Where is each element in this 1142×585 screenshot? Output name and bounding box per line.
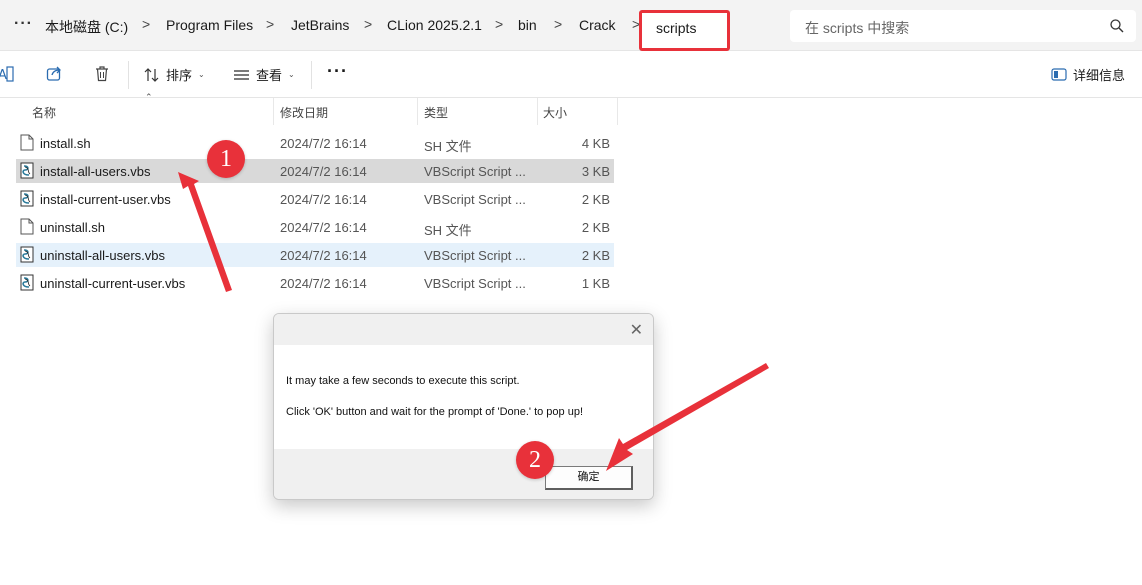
file-type: SH 文件	[424, 223, 472, 238]
file-name: install-all-users.vbs	[40, 164, 151, 179]
message-dialog: ✕ It may take a few seconds to execute t…	[273, 313, 654, 500]
dialog-message-line2: Click 'OK' button and wait for the promp…	[286, 406, 584, 418]
search-placeholder: 在 scripts 中搜索	[805, 20, 910, 36]
sort-icon	[144, 67, 159, 82]
dialog-body: It may take a few seconds to execute thi…	[274, 345, 653, 449]
svg-text:A: A	[0, 68, 7, 83]
chevron-down-icon: ⌄	[288, 70, 295, 79]
breadcrumb-separator[interactable]: >	[554, 16, 562, 32]
ok-button[interactable]: 确定	[545, 466, 633, 490]
search-icon[interactable]	[1109, 18, 1125, 34]
column-header-name[interactable]: 名称	[32, 104, 56, 121]
vbs-script-icon	[20, 190, 34, 207]
details-pane-label: 详细信息	[1073, 68, 1126, 83]
breadcrumb-separator[interactable]: >	[266, 16, 274, 32]
file-name: install-current-user.vbs	[40, 192, 171, 207]
file-date: 2024/7/2 16:14	[280, 164, 367, 179]
vbs-script-icon	[20, 162, 34, 179]
file-size: 3 KB	[581, 164, 610, 179]
command-bar: A 排序 ⌄ 查看 ⌄ ··· 详细信息	[0, 51, 1142, 98]
file-name: uninstall-current-user.vbs	[40, 276, 186, 291]
column-divider[interactable]	[617, 98, 618, 125]
trash-icon	[96, 66, 108, 82]
breadcrumb-item-drive[interactable]: 本地磁盘 (C:)	[45, 17, 128, 37]
view-label: 查看	[256, 68, 283, 83]
vbs-script-icon	[20, 274, 34, 291]
share-button[interactable]	[46, 65, 63, 82]
chevron-down-icon: ⌄	[198, 70, 205, 79]
breadcrumb-current-folder[interactable]: scripts	[639, 10, 730, 51]
column-header-size[interactable]: 大小	[543, 104, 567, 121]
file-date: 2024/7/2 16:14	[280, 276, 367, 291]
dialog-footer: 确定	[274, 449, 653, 499]
file-type: VBScript Script ...	[424, 248, 526, 263]
view-button[interactable]: 查看 ⌄	[233, 65, 295, 84]
breadcrumb-item-clion[interactable]: CLion 2025.2.1	[387, 17, 482, 33]
file-size: 2 KB	[581, 192, 610, 207]
column-divider[interactable]	[417, 98, 418, 125]
rename-button[interactable]: A	[0, 65, 14, 83]
file-date: 2024/7/2 16:14	[280, 192, 367, 207]
column-divider[interactable]	[273, 98, 274, 125]
details-pane-icon	[1051, 68, 1067, 81]
column-header-type[interactable]: 类型	[424, 104, 448, 121]
details-pane-button[interactable]: 详细信息	[1051, 65, 1125, 84]
vbs-script-icon	[20, 246, 34, 263]
current-folder-label: scripts	[656, 20, 697, 36]
file-name: install.sh	[40, 136, 91, 151]
file-row[interactable]: install-current-user.vbs 2024/7/2 16:14 …	[16, 187, 614, 211]
file-date: 2024/7/2 16:14	[280, 136, 367, 151]
file-size: 4 KB	[581, 136, 610, 151]
breadcrumb-item-jetbrains[interactable]: JetBrains	[291, 17, 349, 33]
file-type: VBScript Script ...	[424, 276, 526, 291]
address-bar: ··· 本地磁盘 (C:) > Program Files > JetBrain…	[0, 0, 1142, 51]
dialog-message-line1: It may take a few seconds to execute thi…	[286, 375, 520, 387]
close-icon[interactable]: ✕	[630, 320, 643, 340]
breadcrumb-item-bin[interactable]: bin	[518, 17, 537, 33]
file-type: VBScript Script ...	[424, 192, 526, 207]
delete-button[interactable]	[94, 65, 110, 82]
breadcrumb-separator[interactable]: >	[495, 16, 503, 32]
breadcrumb-item-crack[interactable]: Crack	[579, 17, 616, 33]
file-name: uninstall.sh	[40, 220, 106, 235]
file-row[interactable]: uninstall-all-users.vbs 2024/7/2 16:14 V…	[16, 243, 614, 267]
column-header-row: ⌃ 名称 修改日期 类型 大小	[0, 92, 620, 125]
annotation-marker-1: 1	[207, 140, 245, 178]
view-icon	[234, 69, 249, 80]
sort-ascending-icon: ⌃	[145, 92, 153, 102]
toolbar-divider	[311, 61, 312, 89]
file-size: 2 KB	[581, 248, 610, 263]
search-input[interactable]: 在 scripts 中搜索	[790, 10, 1136, 42]
breadcrumb-separator[interactable]: >	[364, 16, 372, 32]
file-row[interactable]: install-all-users.vbs 2024/7/2 16:14 VBS…	[16, 159, 614, 183]
file-row[interactable]: uninstall.sh 2024/7/2 16:14 SH 文件 2 KB	[16, 215, 614, 239]
file-type: VBScript Script ...	[424, 164, 526, 179]
rename-icon: A	[0, 66, 14, 83]
file-row[interactable]: uninstall-current-user.vbs 2024/7/2 16:1…	[16, 271, 614, 295]
dialog-title-bar[interactable]: ✕	[274, 314, 653, 345]
more-options-button[interactable]: ···	[327, 61, 348, 82]
file-type: SH 文件	[424, 139, 472, 154]
text-file-icon	[20, 134, 34, 151]
file-name: uninstall-all-users.vbs	[40, 248, 165, 263]
text-file-icon	[20, 218, 34, 235]
file-row[interactable]: install.sh 2024/7/2 16:14 SH 文件 4 KB	[16, 131, 614, 155]
column-divider[interactable]	[537, 98, 538, 125]
breadcrumb-item-program-files[interactable]: Program Files	[166, 17, 253, 33]
annotation-marker-2: 2	[516, 441, 554, 479]
file-size: 2 KB	[581, 220, 610, 235]
share-icon	[46, 66, 61, 81]
file-date: 2024/7/2 16:14	[280, 248, 367, 263]
breadcrumb-overflow-button[interactable]: ···	[14, 15, 33, 33]
breadcrumb-separator[interactable]: >	[142, 16, 150, 32]
column-header-date[interactable]: 修改日期	[280, 104, 328, 121]
file-size: 1 KB	[581, 276, 610, 291]
file-date: 2024/7/2 16:14	[280, 220, 367, 235]
toolbar-divider	[128, 61, 129, 89]
sort-button[interactable]: 排序 ⌄	[144, 65, 205, 84]
sort-label: 排序	[166, 68, 193, 83]
